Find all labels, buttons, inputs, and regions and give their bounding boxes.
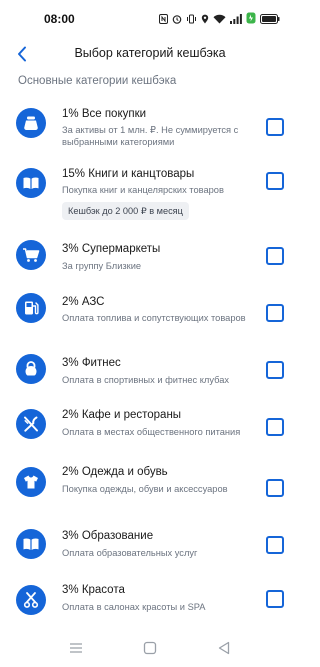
- category-checkbox[interactable]: [266, 590, 284, 608]
- back-triangle-icon[interactable]: [216, 640, 232, 656]
- category-subtitle: Оплата образовательных услуг: [62, 548, 198, 558]
- fuel-icon: [16, 293, 46, 323]
- category-title: 2% Кафе и рестораны: [62, 409, 182, 421]
- menu-icon[interactable]: [68, 640, 84, 656]
- battery-icon: [260, 11, 280, 29]
- category-title: 3% Фитнес: [62, 357, 121, 369]
- category-title: 3% Супермаркеты: [62, 243, 161, 255]
- category-subtitle: За группу Близкие: [62, 261, 142, 271]
- category-subtitle: За активы от 1 млн. ₽. Не суммируется с …: [62, 125, 239, 147]
- category-title: 2% АЗС: [62, 296, 105, 308]
- category-subtitle: Оплата в спортивных и фитнес клубах: [62, 375, 230, 385]
- wifi-icon: [213, 11, 226, 29]
- kettlebell-icon: [16, 354, 46, 384]
- category-checkbox[interactable]: [266, 536, 284, 554]
- category-title: 1% Все покупки: [62, 108, 147, 120]
- cart-icon: [16, 240, 46, 270]
- category-checkbox[interactable]: [266, 172, 284, 190]
- category-title: 3% Красота: [62, 584, 125, 596]
- tshirt-icon: [16, 467, 46, 497]
- page-title: Выбор категорий кешбэка: [74, 46, 226, 60]
- status-bar: 08:00: [0, 0, 300, 36]
- book-icon: [16, 168, 46, 198]
- category-checkbox[interactable]: [266, 418, 284, 436]
- fork-knife-icon: [16, 409, 46, 439]
- system-nav-bar: [0, 630, 300, 667]
- category-subtitle: Покупка одежды, обуви и аксессуаров: [62, 484, 228, 494]
- home-icon[interactable]: [142, 640, 158, 656]
- category-checkbox[interactable]: [266, 247, 284, 265]
- header: Выбор категорий кешбэка: [0, 36, 300, 72]
- signal-icon: [230, 11, 242, 29]
- location-icon: [201, 11, 209, 29]
- wallet-icon: [16, 108, 46, 138]
- category-checkbox[interactable]: [266, 118, 284, 136]
- status-time: 08:00: [44, 12, 75, 26]
- cashback-limit-badge: Кешбэк до 2 000 ₽ в месяц: [62, 202, 189, 220]
- category-checkbox[interactable]: [266, 304, 284, 322]
- category-title: 3% Образование: [62, 530, 154, 542]
- category-title: 2% Одежда и обувь: [62, 466, 168, 478]
- alarm-icon: [172, 11, 182, 29]
- book-icon: [16, 529, 46, 559]
- category-subtitle: Покупка книг и канцелярских товаров: [62, 185, 224, 195]
- category-title: 15% Книги и канцтовары: [62, 168, 195, 180]
- category-checkbox[interactable]: [266, 479, 284, 497]
- section-title: Основные категории кешбэка: [18, 75, 177, 87]
- vibrate-icon: [186, 11, 197, 29]
- nfc-icon: [159, 11, 168, 29]
- battery-saver-icon: [246, 11, 256, 29]
- category-subtitle: Оплата в салонах красоты и SPA: [62, 602, 206, 612]
- category-subtitle: Оплата в местах общественного питания: [62, 427, 241, 437]
- scissors-icon: [16, 585, 46, 615]
- category-checkbox[interactable]: [266, 361, 284, 379]
- category-subtitle: Оплата топлива и сопутствующих товаров: [62, 313, 246, 323]
- status-icons: [159, 11, 280, 29]
